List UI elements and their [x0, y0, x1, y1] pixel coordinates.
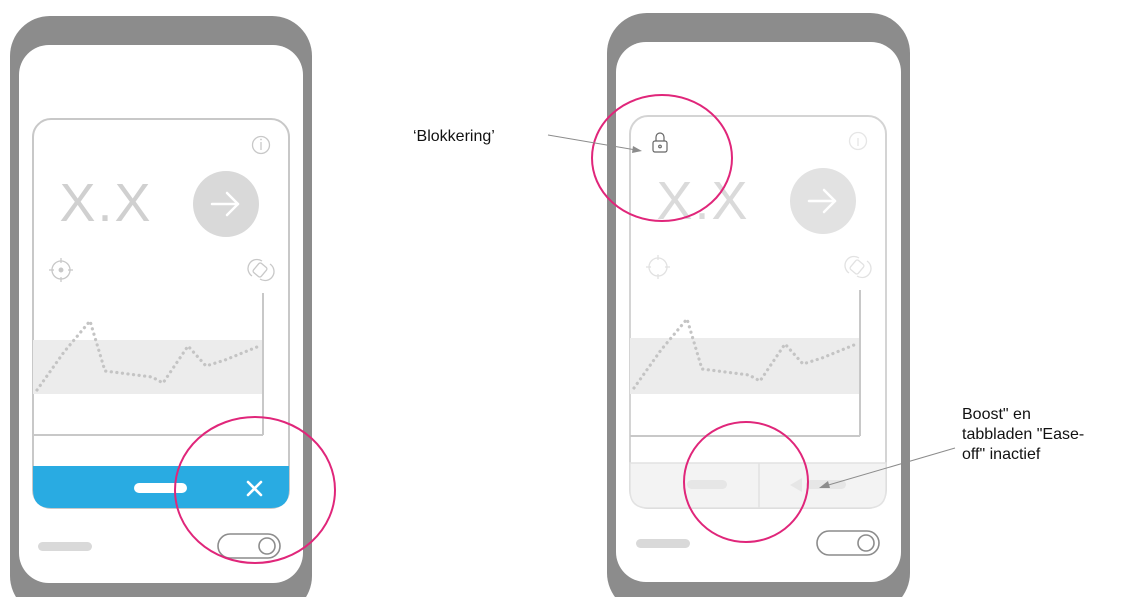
arrow-right-button[interactable]: [193, 171, 259, 237]
glucose-value: X.X: [656, 171, 749, 231]
arrow-right-button: [790, 168, 856, 234]
right-inactive-tabs-bar: [629, 462, 887, 509]
left-tab-handle[interactable]: [134, 483, 187, 493]
right-boost-tab-handle: [687, 480, 727, 489]
glucose-value: X.X: [59, 173, 152, 233]
right-home-indicator: [636, 539, 690, 548]
left-phone: X.X: [10, 16, 336, 597]
right-phone: X.X: [591, 13, 910, 597]
tabs-inactive-callout-label: Boost" en tabbladen "Ease- off" inactief: [962, 406, 1085, 463]
lock-callout-label: ‘Blokkering’: [413, 128, 495, 145]
left-home-indicator: [38, 542, 92, 551]
diagram-canvas: X.X X.X: [10, 13, 956, 597]
right-toggle-switch[interactable]: [816, 530, 880, 556]
left-toggle-switch[interactable]: [217, 533, 281, 559]
